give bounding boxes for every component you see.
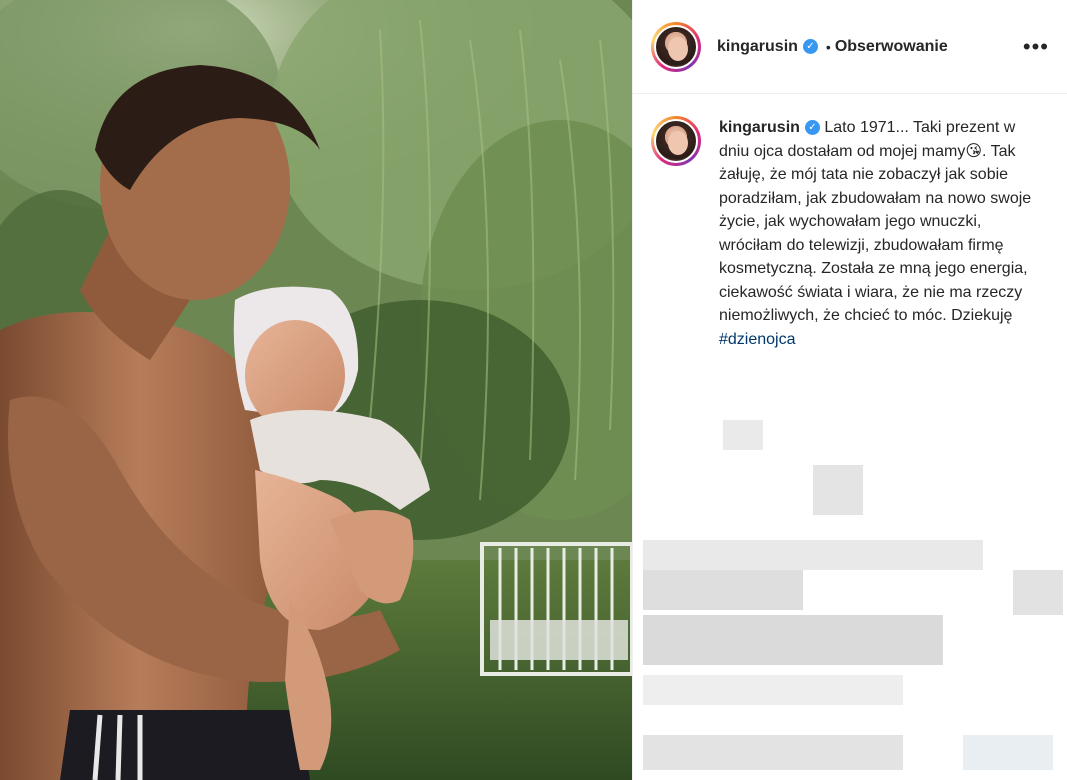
post-photo[interactable] bbox=[0, 0, 632, 780]
verified-badge-icon: ✓ bbox=[804, 120, 820, 136]
caption-text: Lato 1971... Taki prezent w dniu ojca do… bbox=[719, 119, 1032, 324]
header-separator: • bbox=[825, 38, 831, 55]
avatar-photo bbox=[654, 119, 698, 163]
avatar-photo bbox=[654, 24, 698, 69]
verified-badge-icon: ✓ bbox=[802, 39, 818, 54]
instagram-post: kingarusin ✓ • Obserwowanie ••• kingarus… bbox=[0, 0, 1067, 780]
caption-author-avatar[interactable] bbox=[651, 116, 701, 166]
author-username[interactable]: kingarusin bbox=[717, 38, 798, 56]
caption-text-block: kingarusin ✓ Lato 1971... Taki prezent w … bbox=[719, 116, 1039, 351]
vintage-photo-father-and-baby bbox=[0, 0, 632, 780]
hashtag-link[interactable]: #dzienojca bbox=[719, 331, 796, 348]
post-header: kingarusin ✓ • Obserwowanie ••• bbox=[633, 0, 1067, 94]
post-sidebar: kingarusin ✓ • Obserwowanie ••• kingarus… bbox=[632, 0, 1067, 780]
author-avatar[interactable] bbox=[651, 21, 701, 72]
following-button[interactable]: Obserwowanie bbox=[835, 38, 948, 56]
caption-username[interactable]: kingarusin bbox=[719, 119, 800, 136]
post-caption: kingarusin ✓ Lato 1971... Taki prezent w … bbox=[633, 94, 1067, 351]
blurred-comments bbox=[633, 415, 1067, 780]
more-options-icon[interactable]: ••• bbox=[1023, 35, 1049, 58]
